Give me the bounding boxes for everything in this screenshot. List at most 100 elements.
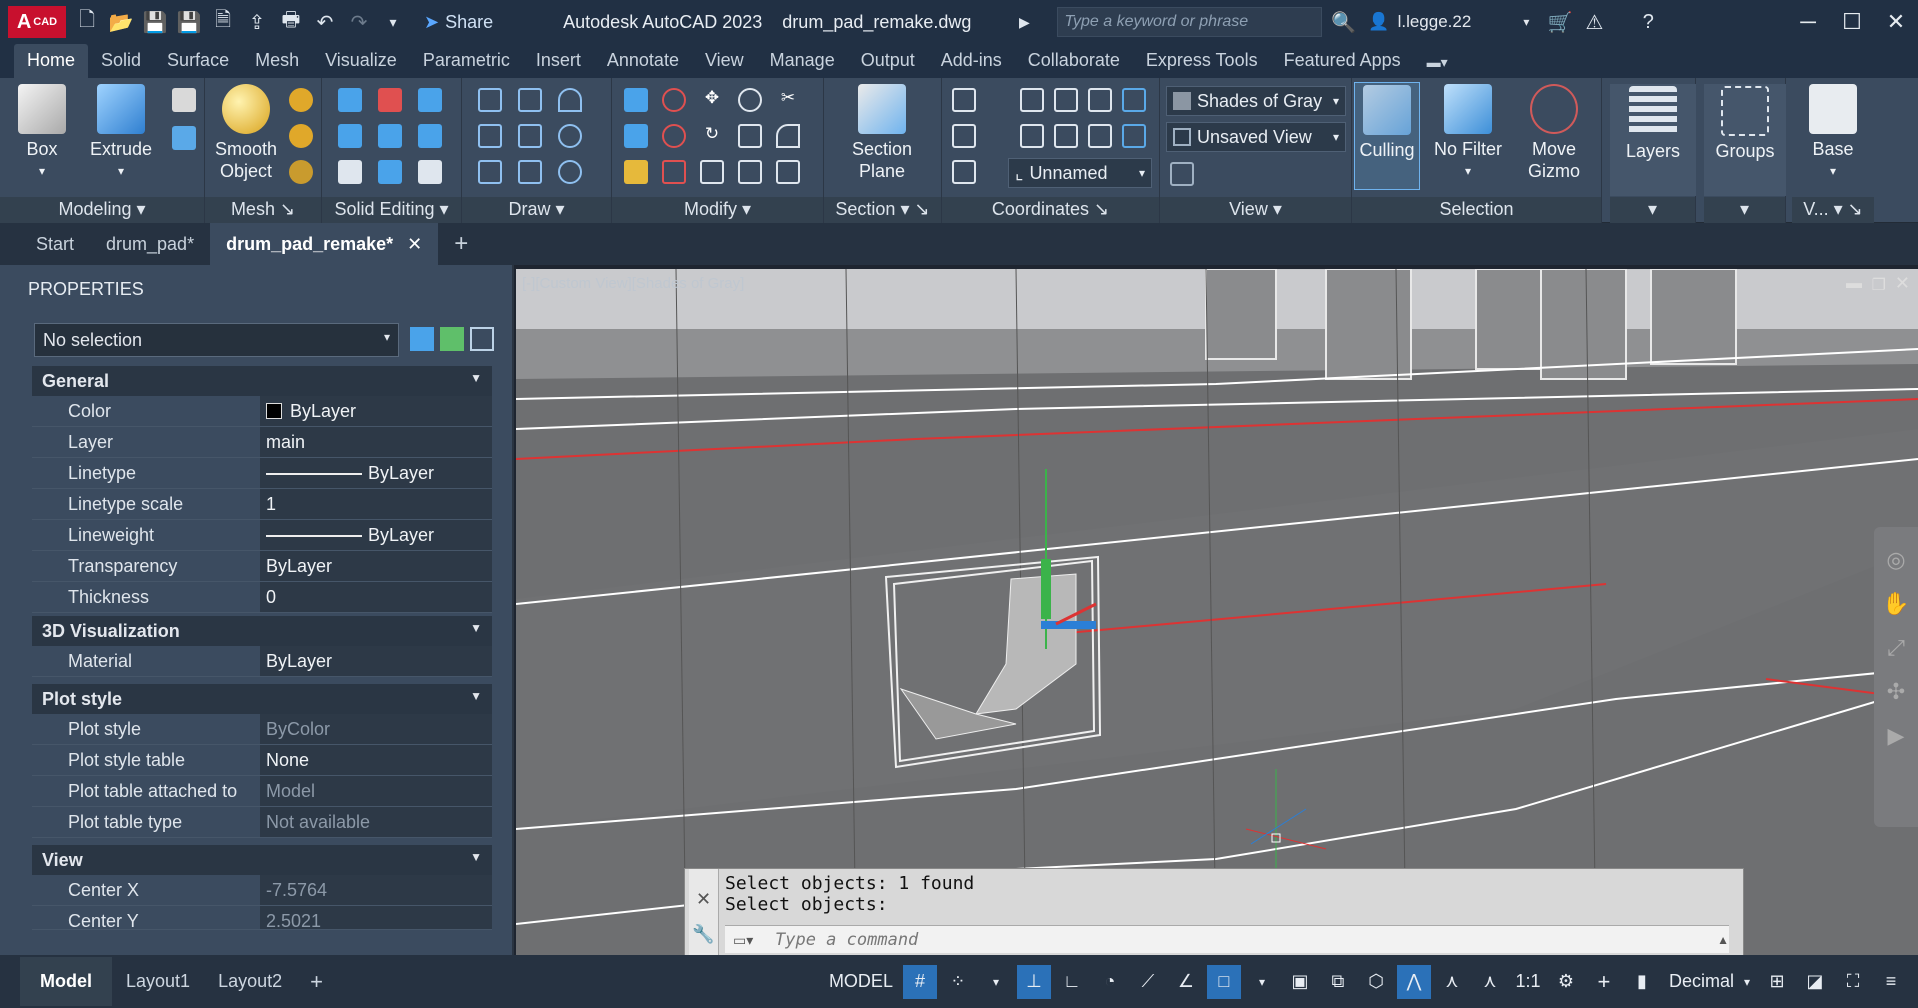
3d-array-icon[interactable] (662, 124, 686, 148)
culling-button[interactable]: Culling (1354, 82, 1420, 190)
ucs-view-icon[interactable] (1088, 88, 1112, 112)
redo-icon[interactable]: ↷ (346, 9, 372, 35)
close-command-icon[interactable]: ✕ (689, 889, 718, 910)
section-view[interactable]: View ▼ (32, 845, 492, 875)
viewport-close-icon[interactable]: ✕ (1895, 273, 1910, 294)
shell-icon[interactable] (378, 160, 402, 184)
prop-row-color[interactable]: Color ByLayer (32, 396, 492, 427)
ucs-object-icon[interactable] (1122, 88, 1146, 112)
prop-row-layer[interactable]: Layer main (32, 427, 492, 458)
polygon-icon[interactable] (478, 160, 502, 184)
rotate-icon[interactable]: ↻ (700, 124, 724, 148)
arc-icon[interactable] (558, 88, 582, 112)
zoom-extents-icon[interactable]: ⤢ (1874, 635, 1918, 661)
tab-express-tools[interactable]: Express Tools (1133, 44, 1271, 78)
3d-polyline-icon[interactable] (518, 124, 542, 148)
groups-expand[interactable]: ▾ (1704, 197, 1785, 223)
copy-icon[interactable] (738, 88, 762, 112)
panel-title-view[interactable]: View ▾ (1160, 197, 1351, 223)
quick-properties-icon[interactable]: ⊞ (1760, 965, 1794, 999)
add-layout-button[interactable]: + (296, 969, 337, 995)
customize-wrench-icon[interactable]: 🔧 (689, 924, 718, 945)
prop-row-linetype-scale[interactable]: Linetype scale 1 (32, 489, 492, 520)
command-input[interactable]: Type a command (725, 925, 1729, 953)
trim-icon[interactable]: ✂ (776, 88, 800, 112)
close-tab-icon[interactable]: ✕ (407, 234, 422, 255)
history-expand-icon[interactable]: ▲ (1717, 933, 1729, 947)
panel-title-mesh[interactable]: Mesh ↘ (205, 197, 321, 223)
annotation-scale-icon[interactable]: ⋏ (1473, 965, 1507, 999)
new-tab-button[interactable]: + (438, 223, 484, 265)
selection-cycling-icon[interactable]: ⧉ (1321, 965, 1355, 999)
viewport-restore-icon[interactable]: ❐ (1872, 275, 1886, 295)
prop-row-center-y[interactable]: Center Y 2.5021 (32, 906, 492, 930)
tab-add-ins[interactable]: Add-ins (928, 44, 1015, 78)
cart-icon[interactable]: 🛒 (1547, 9, 1573, 35)
model-space-button[interactable]: MODEL (823, 965, 899, 999)
grid-icon[interactable]: # (902, 964, 937, 999)
graphics-performance-icon[interactable]: ◪ (1798, 965, 1832, 999)
fillet-icon[interactable] (776, 124, 800, 148)
panel-title-modeling[interactable]: Modeling ▾ (0, 197, 204, 223)
3d-osnap-icon[interactable]: ⬡ (1359, 965, 1393, 999)
viewport-controls-label[interactable]: [-][Custom View][Shades of Gray] (522, 275, 744, 292)
stretch-icon[interactable] (738, 124, 762, 148)
base-button[interactable]: Base ▾ (1792, 84, 1874, 182)
scale-icon[interactable] (700, 160, 724, 184)
customization-menu-icon[interactable]: ≡ (1874, 965, 1908, 999)
drawing-viewport[interactable]: [-][Custom View][Shades of Gray] ▬ ❐ ✕ ◎… (516, 269, 1918, 955)
panel-title-draw[interactable]: Draw ▾ (462, 197, 611, 223)
auto-scale-icon[interactable]: ⋏ (1435, 965, 1469, 999)
tab-drum-pad-remake[interactable]: drum_pad_remake* ✕ (210, 223, 439, 265)
maximize-button[interactable]: ☐ (1830, 9, 1874, 35)
tab-solid[interactable]: Solid (88, 44, 154, 78)
clean-screen-icon[interactable]: ⛶ (1836, 965, 1870, 999)
undo-icon[interactable]: ↶ (312, 9, 338, 35)
prop-row-material[interactable]: Material ByLayer (32, 646, 492, 677)
ucs-named-icon[interactable] (952, 124, 976, 148)
prop-row-transparency[interactable]: Transparency ByLayer (32, 551, 492, 582)
isodraft-icon[interactable]: ⟋ (1131, 965, 1165, 999)
viewport-minimize-icon[interactable]: ▬ (1846, 275, 1862, 293)
box-button[interactable]: Box ▾ (6, 84, 78, 182)
align-icon[interactable] (624, 124, 648, 148)
share-button[interactable]: ➤ Share (424, 12, 493, 33)
line-icon[interactable] (478, 88, 502, 112)
object-snap-icon[interactable]: □ (1206, 964, 1241, 999)
quick-select-icon[interactable] (470, 327, 494, 351)
section-plane-button[interactable]: Section Plane (834, 84, 930, 182)
smooth-object-button[interactable]: Smooth Object (211, 84, 281, 182)
saved-view-dropdown[interactable]: Unsaved View ▾ (1166, 122, 1346, 152)
intersect-icon[interactable] (338, 124, 362, 148)
minimize-button[interactable]: ─ (1786, 9, 1830, 35)
interfere-icon[interactable] (418, 88, 442, 112)
polar-tracking-icon[interactable]: ◔ (1093, 965, 1127, 999)
units-dropdown[interactable]: Decimal ▾ (1663, 965, 1756, 999)
autodesk-app-icon[interactable]: ⚠ (1581, 9, 1607, 35)
save-icon[interactable]: 💾 (142, 9, 168, 35)
customize-dropdown-icon[interactable]: ▾ (380, 9, 406, 35)
spline-icon[interactable] (478, 124, 502, 148)
osnap-dropdown-icon[interactable]: ▾ (1245, 965, 1279, 999)
object-snap-tracking-icon[interactable]: ∠ (1169, 965, 1203, 999)
move-gizmo-button[interactable]: Move Gizmo (1512, 84, 1596, 182)
subtract-icon[interactable] (378, 88, 402, 112)
open-folder-icon[interactable]: 📂 (108, 9, 134, 35)
tab-output[interactable]: Output (848, 44, 928, 78)
tab-manage[interactable]: Manage (757, 44, 848, 78)
save-web-icon[interactable]: ⇪ (244, 9, 270, 35)
polyline-icon[interactable] (518, 88, 542, 112)
panel-title-coordinates[interactable]: Coordinates ↘ (942, 197, 1159, 223)
tab-visualize[interactable]: Visualize (312, 44, 410, 78)
polysolid-icon[interactable] (172, 126, 196, 150)
save-as-icon[interactable]: 💾 (176, 9, 202, 35)
panel-title-solid-editing[interactable]: Solid Editing ▾ (322, 197, 461, 223)
ucs-origin-icon[interactable] (1054, 88, 1078, 112)
selection-dropdown[interactable]: No selection ▾ (34, 323, 399, 357)
3d-scale-icon[interactable] (662, 160, 686, 184)
section-plot-style[interactable]: Plot style ▼ (32, 684, 492, 714)
smooth-more-icon[interactable] (289, 88, 313, 112)
ucs-dropdown[interactable]: ⌞ Unnamed ▾ (1008, 158, 1152, 188)
panel-title-view2[interactable]: V... ▾ ↘ (1792, 197, 1874, 223)
section-general[interactable]: General ▼ (32, 366, 492, 396)
